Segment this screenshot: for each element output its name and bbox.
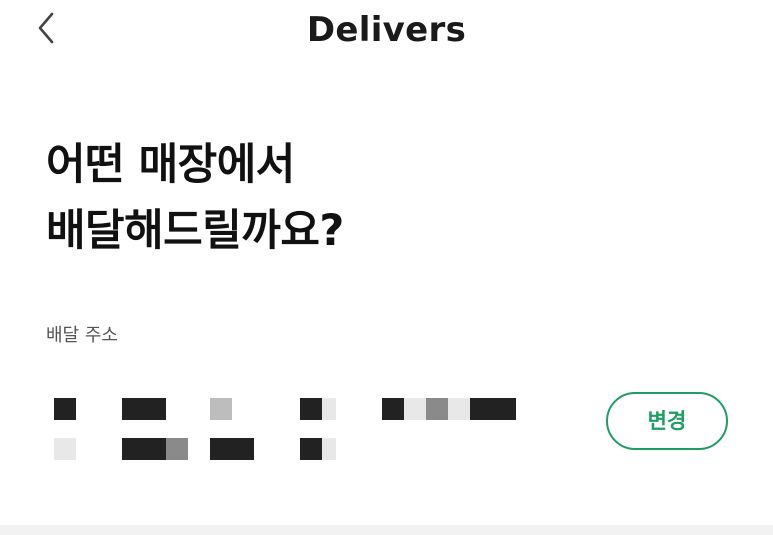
address-redacted-text [46,388,546,474]
address-line-2 [46,428,546,468]
headline: 어떤 매장에서 배달해드릴까요? [46,132,344,264]
headline-line-1: 어떤 매장에서 [46,140,295,190]
address-line-1 [46,388,546,428]
headline-line-2: 배달해드릴까요? [46,206,344,256]
page-title: Delivers [306,10,467,50]
section-divider [0,525,773,535]
change-address-button[interactable]: 변경 [606,392,728,450]
address-label: 배달 주소 [46,325,118,346]
